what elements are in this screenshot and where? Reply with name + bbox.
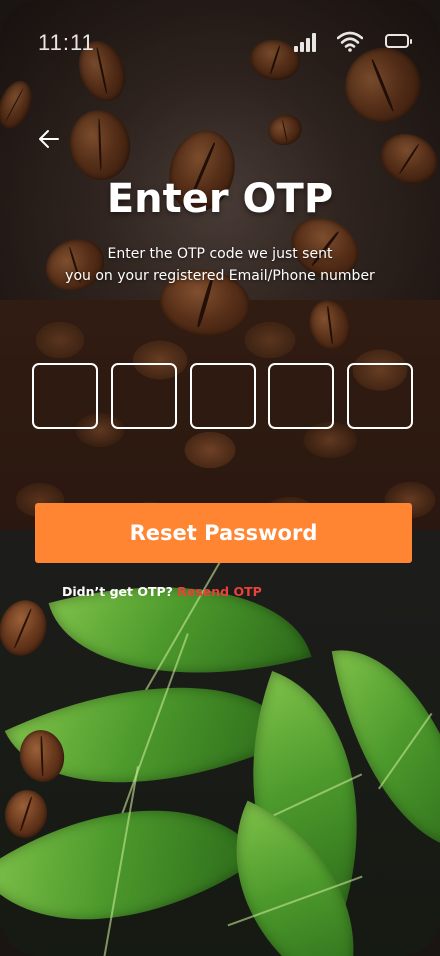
wifi-icon	[337, 31, 363, 52]
otp-digit-5[interactable]	[347, 363, 413, 429]
otp-input-row	[32, 363, 413, 429]
otp-digit-4[interactable]	[268, 363, 334, 429]
resend-otp-link[interactable]: Resend OTP	[177, 584, 262, 599]
otp-digit-2[interactable]	[111, 363, 177, 429]
phone-screen: 11:11 Enter OTP Enter the OTP code we ju…	[0, 0, 440, 956]
otp-digit-3[interactable]	[190, 363, 256, 429]
battery-icon	[385, 34, 412, 48]
dark-overlay	[0, 0, 440, 956]
status-bar: 11:11	[0, 0, 440, 80]
subtitle-line-1: Enter the OTP code we just sent	[107, 246, 333, 262]
otp-digit-1[interactable]	[32, 363, 98, 429]
resend-prompt: Didn’t get OTP?	[62, 584, 173, 599]
resend-otp-line: Didn’t get OTP? Resend OTP	[62, 584, 262, 599]
page-subtitle: Enter the OTP code we just sent you on y…	[40, 243, 400, 287]
arrow-left-icon	[39, 130, 59, 148]
background-image	[0, 0, 440, 956]
reset-password-button[interactable]: Reset Password	[35, 503, 412, 563]
status-time: 11:11	[38, 30, 95, 55]
page-title: Enter OTP	[106, 176, 334, 222]
back-button[interactable]	[34, 124, 64, 154]
signal-icon	[294, 32, 320, 52]
subtitle-line-2: you on your registered Email/Phone numbe…	[65, 268, 375, 284]
